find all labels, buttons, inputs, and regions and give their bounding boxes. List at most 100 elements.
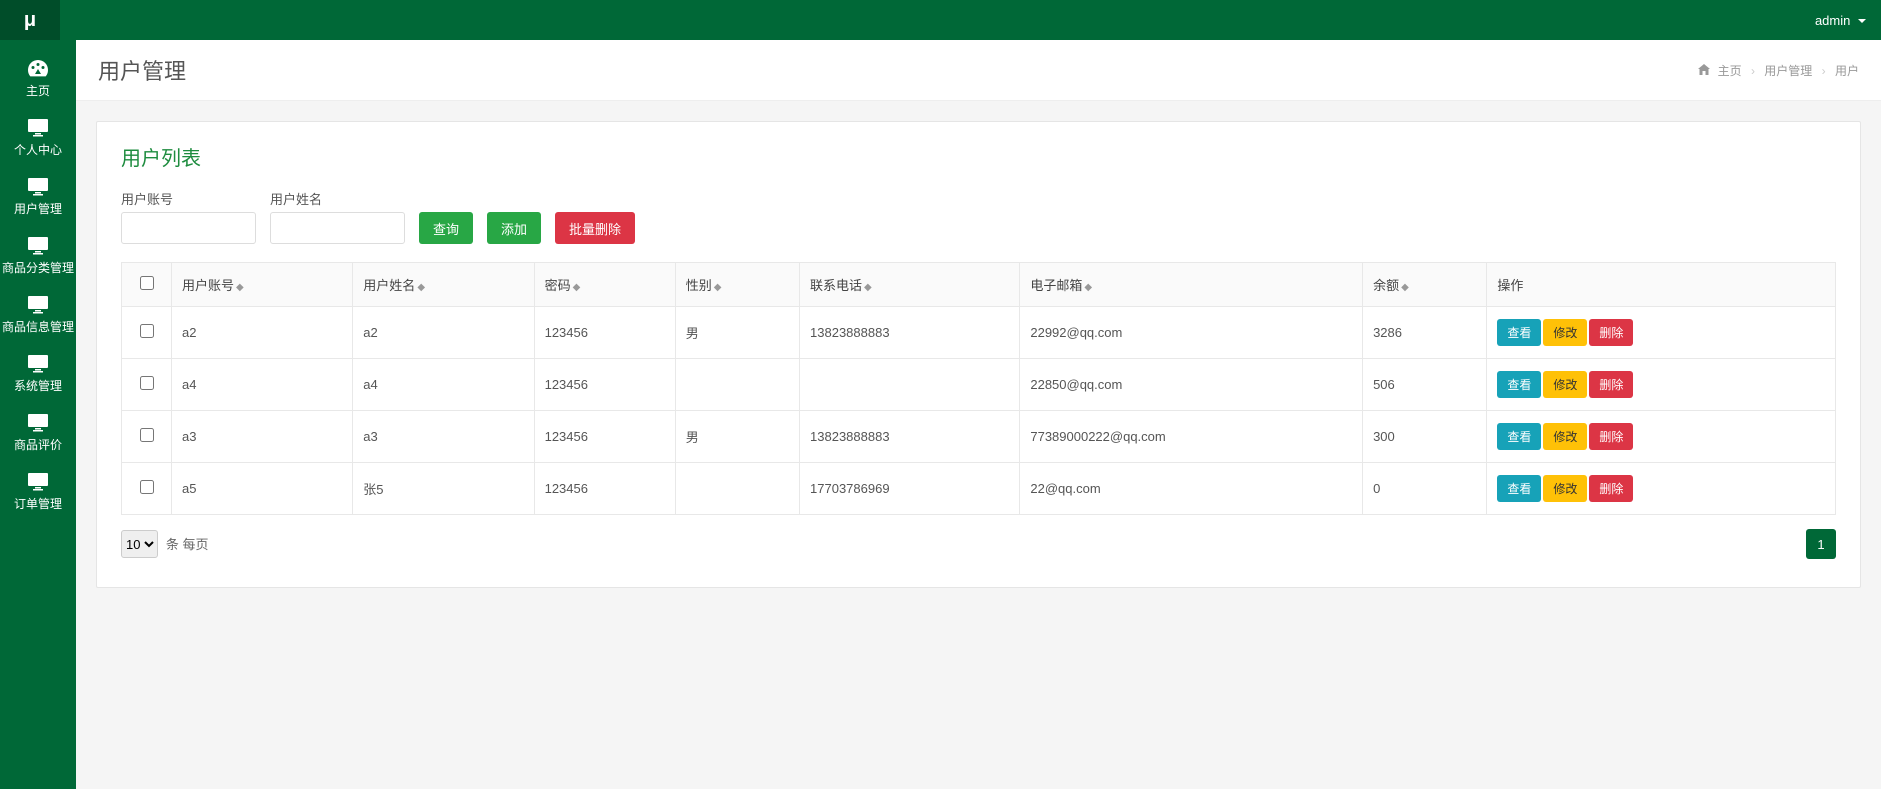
cell-password: 123456 (534, 411, 675, 463)
search-name-input[interactable] (270, 212, 405, 244)
col-account[interactable]: 用户账号◆ (172, 263, 353, 307)
sort-icon: ◆ (864, 282, 872, 293)
cell-phone: 17703786969 (800, 463, 1020, 515)
row-checkbox[interactable] (140, 376, 154, 390)
delete-button[interactable]: 删除 (1589, 371, 1633, 398)
row-checkbox[interactable] (140, 324, 154, 338)
col-balance[interactable]: 余额◆ (1363, 263, 1487, 307)
cell-actions: 查看修改删除 (1487, 463, 1836, 515)
dashboard-icon (26, 58, 50, 78)
chevron-right-icon: › (1751, 64, 1755, 78)
table-header-row: 用户账号◆ 用户姓名◆ 密码◆ 性别◆ 联系电话◆ 电子邮箱◆ 余额◆ 操作 (122, 263, 1836, 307)
chevron-right-icon: › (1822, 64, 1826, 78)
sort-icon: ◆ (573, 282, 581, 293)
view-button[interactable]: 查看 (1497, 371, 1541, 398)
cell-email: 77389000222@qq.com (1020, 411, 1363, 463)
cell-actions: 查看修改删除 (1487, 307, 1836, 359)
cell-email: 22850@qq.com (1020, 359, 1363, 411)
search-account-label: 用户账号 (121, 189, 256, 208)
main: 用户管理 主页 › 用户管理 › 用户 用户列表 用户账号 (76, 40, 1881, 789)
sidebar-item-system[interactable]: 系统管理 (0, 343, 76, 402)
monitor-icon (26, 412, 50, 432)
edit-button[interactable]: 修改 (1543, 423, 1587, 450)
sort-icon: ◆ (417, 282, 425, 293)
cell-balance: 506 (1363, 359, 1487, 411)
col-name[interactable]: 用户姓名◆ (353, 263, 534, 307)
table-row: a5张51234561770378696922@qq.com0查看修改删除 (122, 463, 1836, 515)
sidebar-item-product[interactable]: 商品信息管理 (0, 284, 76, 343)
col-email[interactable]: 电子邮箱◆ (1020, 263, 1363, 307)
add-button[interactable]: 添加 (487, 212, 541, 244)
sidebar-item-orders[interactable]: 订单管理 (0, 461, 76, 520)
cell-password: 123456 (534, 359, 675, 411)
row-checkbox[interactable] (140, 480, 154, 494)
cell-account: a5 (172, 463, 353, 515)
cell-password: 123456 (534, 463, 675, 515)
sort-icon: ◆ (236, 282, 244, 293)
cell-balance: 3286 (1363, 307, 1487, 359)
delete-button[interactable]: 删除 (1589, 475, 1633, 502)
sidebar-item-home[interactable]: 主页 (0, 48, 76, 107)
delete-button[interactable]: 删除 (1589, 423, 1633, 450)
breadcrumb-home[interactable]: 主页 (1718, 64, 1742, 78)
table-row: a3a3123456男1382388888377389000222@qq.com… (122, 411, 1836, 463)
cell-email: 22992@qq.com (1020, 307, 1363, 359)
monitor-icon (26, 235, 50, 255)
cell-phone: 13823888883 (800, 307, 1020, 359)
page-1[interactable]: 1 (1806, 529, 1836, 559)
col-phone[interactable]: 联系电话◆ (800, 263, 1020, 307)
row-checkbox[interactable] (140, 428, 154, 442)
page-header: 用户管理 主页 › 用户管理 › 用户 (76, 40, 1881, 101)
sidebar-item-users[interactable]: 用户管理 (0, 166, 76, 225)
sidebar-item-label: 个人中心 (0, 141, 76, 158)
edit-button[interactable]: 修改 (1543, 371, 1587, 398)
breadcrumb-section[interactable]: 用户管理 (1764, 64, 1812, 78)
sidebar-item-category[interactable]: 商品分类管理 (0, 225, 76, 284)
search-account-input[interactable] (121, 212, 256, 244)
sidebar-item-label: 主页 (0, 82, 76, 99)
cell-name: a4 (353, 359, 534, 411)
cell-name: a3 (353, 411, 534, 463)
table-row: a2a2123456男1382388888322992@qq.com3286查看… (122, 307, 1836, 359)
page-size-select[interactable]: 10 (121, 530, 158, 558)
cell-email: 22@qq.com (1020, 463, 1363, 515)
delete-button[interactable]: 删除 (1589, 319, 1633, 346)
sort-icon: ◆ (1401, 282, 1409, 293)
cell-phone (800, 359, 1020, 411)
home-icon (1698, 64, 1713, 78)
user-menu[interactable]: admin (1815, 13, 1866, 28)
search-name-label: 用户姓名 (270, 189, 405, 208)
cell-phone: 13823888883 (800, 411, 1020, 463)
cell-password: 123456 (534, 307, 675, 359)
cell-account: a2 (172, 307, 353, 359)
sidebar: 主页 个人中心 用户管理 商品分类管理 商品信息管理 系统管理 商品评价 订单 (0, 40, 76, 789)
user-table: 用户账号◆ 用户姓名◆ 密码◆ 性别◆ 联系电话◆ 电子邮箱◆ 余额◆ 操作 a… (121, 262, 1836, 515)
cell-gender (675, 359, 799, 411)
monitor-icon (26, 471, 50, 491)
edit-button[interactable]: 修改 (1543, 319, 1587, 346)
col-password[interactable]: 密码◆ (534, 263, 675, 307)
sidebar-item-label: 商品评价 (0, 436, 76, 453)
sort-icon: ◆ (714, 282, 722, 293)
col-actions: 操作 (1487, 263, 1836, 307)
sidebar-item-label: 订单管理 (0, 495, 76, 512)
sidebar-item-profile[interactable]: 个人中心 (0, 107, 76, 166)
cell-balance: 300 (1363, 411, 1487, 463)
select-all-checkbox[interactable] (140, 276, 154, 290)
sidebar-item-label: 用户管理 (0, 200, 76, 217)
topbar: μ admin (0, 0, 1881, 40)
monitor-icon (26, 117, 50, 137)
view-button[interactable]: 查看 (1497, 475, 1541, 502)
query-button[interactable]: 查询 (419, 212, 473, 244)
cell-name: 张5 (353, 463, 534, 515)
cell-actions: 查看修改删除 (1487, 359, 1836, 411)
col-gender[interactable]: 性别◆ (675, 263, 799, 307)
sidebar-item-reviews[interactable]: 商品评价 (0, 402, 76, 461)
cell-actions: 查看修改删除 (1487, 411, 1836, 463)
view-button[interactable]: 查看 (1497, 319, 1541, 346)
view-button[interactable]: 查看 (1497, 423, 1541, 450)
cell-name: a2 (353, 307, 534, 359)
edit-button[interactable]: 修改 (1543, 475, 1587, 502)
batch-delete-button[interactable]: 批量删除 (555, 212, 635, 244)
table-footer: 10 条 每页 1 (121, 529, 1836, 559)
